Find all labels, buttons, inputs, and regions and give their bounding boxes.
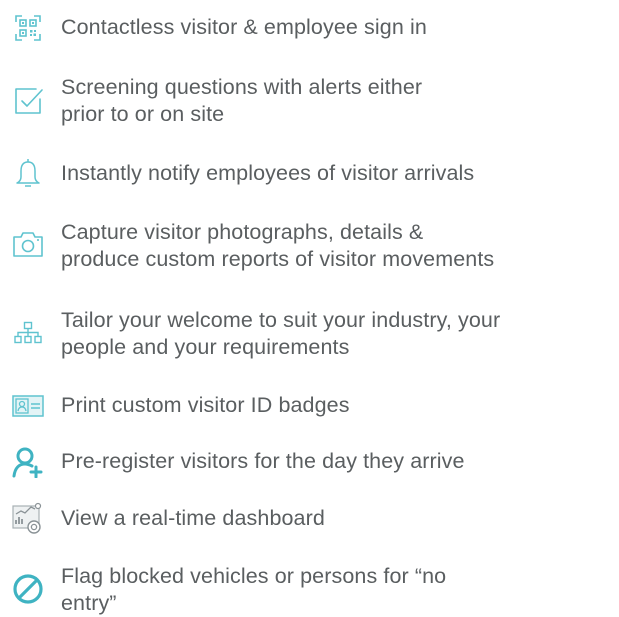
feature-list: Contactless visitor & employee sign in S…: [0, 0, 619, 615]
camera-icon: [8, 224, 48, 264]
feature-line: Print custom visitor ID badges: [61, 393, 350, 417]
feature-text: Pre-register visitors for the day they a…: [61, 448, 617, 475]
add-person-icon: [8, 442, 48, 482]
feature-line: Tailor your welcome to suit your industr…: [61, 308, 501, 332]
bell-icon: [8, 153, 48, 193]
qr-code-icon: [8, 8, 48, 48]
feature-line: entry”: [61, 591, 117, 615]
feature-text: Instantly notify employees of visitor ar…: [61, 160, 617, 187]
feature-text: Capture visitor photographs, details & p…: [61, 219, 617, 273]
feature-line: prior to or on site: [61, 102, 225, 126]
feature-text: Print custom visitor ID badges: [61, 392, 617, 419]
id-badge-icon: [8, 386, 48, 426]
feature-line: Instantly notify employees of visitor ar…: [61, 161, 475, 185]
feature-line: Flag blocked vehicles or persons for “no: [61, 564, 447, 588]
feature-line: people and your requirements: [61, 335, 350, 359]
feature-text: View a real-time dashboard: [61, 505, 617, 532]
org-chart-icon: [8, 313, 48, 353]
feature-line: Capture visitor photographs, details &: [61, 220, 424, 244]
feature-line: produce custom reports of visitor moveme…: [61, 247, 495, 271]
feature-text: Tailor your welcome to suit your industr…: [61, 307, 617, 361]
feature-text: Screening questions with alerts either p…: [61, 74, 617, 128]
feature-line: Contactless visitor & employee sign in: [61, 15, 427, 39]
feature-text: Flag blocked vehicles or persons for “no…: [61, 563, 617, 617]
feature-line: View a real-time dashboard: [61, 506, 325, 530]
feature-line: Pre-register visitors for the day they a…: [61, 449, 465, 473]
no-entry-icon: [8, 569, 48, 609]
feature-text: Contactless visitor & employee sign in: [61, 14, 617, 41]
feature-line: Screening questions with alerts either: [61, 75, 423, 99]
dashboard-icon: [8, 498, 48, 538]
checkbox-icon: [8, 81, 48, 121]
